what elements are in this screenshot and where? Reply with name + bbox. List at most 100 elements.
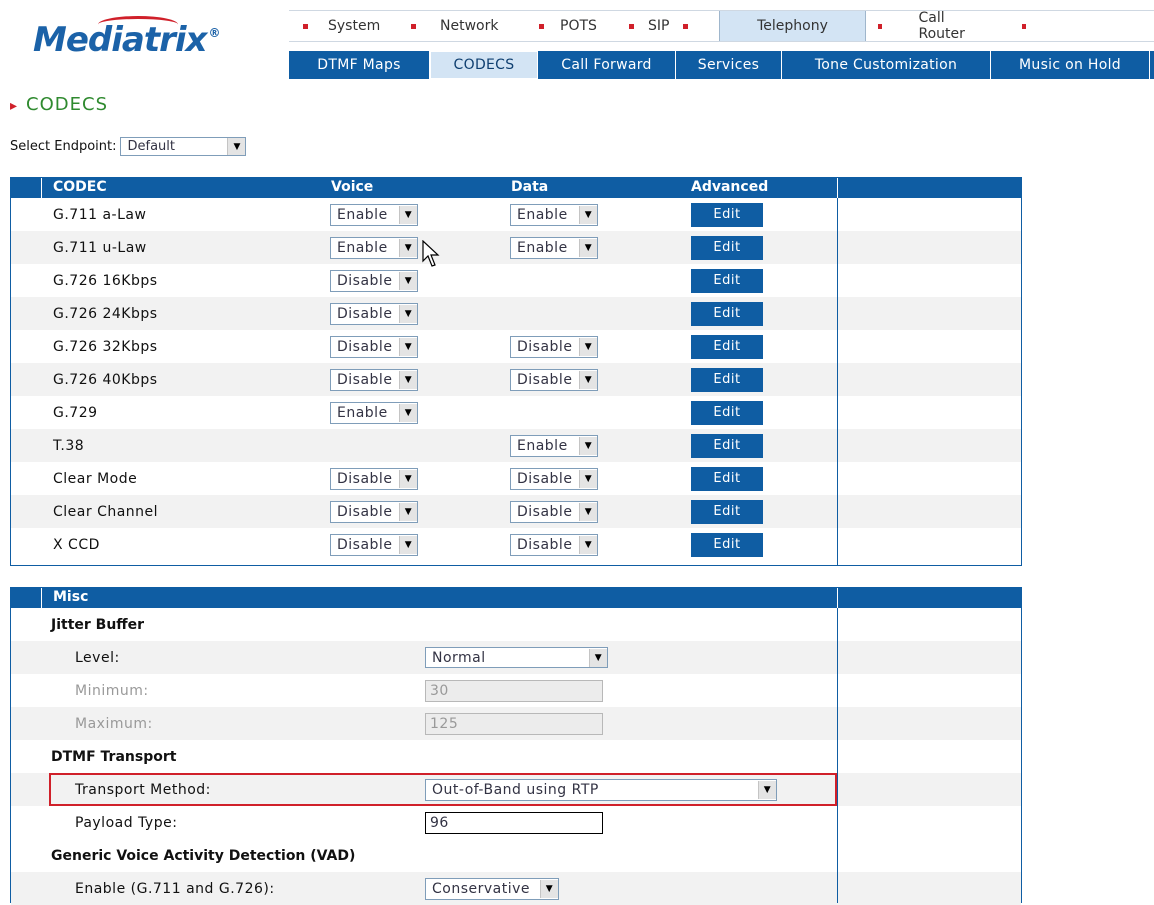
header-voice: Voice <box>331 179 374 195</box>
jitter-level-select[interactable]: Normal ▼ <box>425 647 608 668</box>
data-select[interactable]: Disable ▼ <box>510 368 598 391</box>
data-select[interactable]: Disable ▼ <box>510 467 598 490</box>
tab-label: Call Forward <box>561 57 652 73</box>
tab-codecs[interactable]: CODECS <box>430 51 538 79</box>
voice-select[interactable]: Disable ▼ <box>330 269 418 292</box>
top-nav-network[interactable]: Network <box>411 11 539 41</box>
top-nav-pots[interactable]: POTS <box>539 11 629 41</box>
tab-services[interactable]: Services <box>676 51 782 79</box>
select-value: Enable <box>517 437 568 454</box>
edit-button[interactable]: Edit <box>691 499 763 524</box>
table-row: G.711 a-Law Enable ▼ Enable ▼ Edit <box>11 198 1021 231</box>
field-label: Minimum: <box>75 682 149 699</box>
edit-button[interactable]: Edit <box>691 367 763 392</box>
voice-select[interactable]: Enable ▼ <box>330 236 418 259</box>
codec-name: G.729 <box>53 404 98 421</box>
select-value: Enable <box>337 206 388 223</box>
voice-select[interactable]: Enable ▼ <box>330 401 418 424</box>
bullet-icon <box>878 23 883 29</box>
top-nav-label: Call Router <box>918 10 965 42</box>
codec-name: G.726 32Kbps <box>53 338 158 355</box>
data-select[interactable]: Disable ▼ <box>510 500 598 523</box>
dtmf-transport-section: DTMF Transport <box>11 740 1021 773</box>
edit-button[interactable]: Edit <box>691 400 763 425</box>
jitter-buffer-section: Jitter Buffer <box>11 608 1021 641</box>
section-title: Generic Voice Activity Detection (VAD) <box>51 847 356 864</box>
dropdown-arrow-icon: ▼ <box>579 469 597 488</box>
top-nav-system[interactable]: System <box>289 11 411 41</box>
dropdown-arrow-icon: ▼ <box>579 502 597 521</box>
payload-type-row: Payload Type: 96 <box>11 806 1021 839</box>
edit-button[interactable]: Edit <box>691 202 763 227</box>
table-row: T.38 Enable ▼ Edit <box>11 429 1021 462</box>
top-nav-sip[interactable]: SIP <box>629 11 719 41</box>
edit-button[interactable]: Edit <box>691 532 763 557</box>
dropdown-arrow-icon: ▼ <box>579 337 597 356</box>
data-select[interactable]: Enable ▼ <box>510 203 598 226</box>
select-value: Disable <box>337 272 393 289</box>
jitter-level-row: Level: Normal ▼ <box>11 641 1021 674</box>
voice-select[interactable]: Enable ▼ <box>330 203 418 226</box>
tab-tone-customization[interactable]: Tone Customization <box>782 51 991 79</box>
voice-select[interactable]: Disable ▼ <box>330 302 418 325</box>
dropdown-arrow-icon: ▼ <box>579 205 597 224</box>
edit-button[interactable]: Edit <box>691 268 763 293</box>
top-nav-telephony[interactable]: Telephony <box>719 11 866 41</box>
tab-label: DTMF Maps <box>317 57 401 73</box>
vad-enable-select[interactable]: Conservative ▼ <box>425 877 559 900</box>
edit-button[interactable]: Edit <box>691 334 763 359</box>
tab-label: CODECS <box>453 57 515 73</box>
select-value: Enable <box>337 404 388 421</box>
table-row: G.726 24Kbps Disable ▼ Edit <box>11 297 1021 330</box>
field-value: 125 <box>430 715 459 732</box>
data-select[interactable]: Enable ▼ <box>510 434 598 457</box>
tab-call-forward[interactable]: Call Forward <box>538 51 676 79</box>
codec-table: CODEC Voice Data Advanced G.711 a-Law Ena… <box>10 177 1022 566</box>
data-select[interactable]: Enable ▼ <box>510 236 598 259</box>
data-select[interactable]: Disable ▼ <box>510 335 598 358</box>
data-select[interactable]: Disable ▼ <box>510 533 598 556</box>
select-value: Disable <box>517 503 573 520</box>
bullet-icon <box>539 23 544 29</box>
dropdown-arrow-icon: ▼ <box>399 370 417 389</box>
edit-button[interactable]: Edit <box>691 235 763 260</box>
tab-music-on-hold[interactable]: Music on Hold <box>991 51 1150 79</box>
tab-label: Services <box>697 57 760 73</box>
codec-name: G.726 24Kbps <box>53 305 158 322</box>
dropdown-arrow-icon: ▼ <box>399 205 417 224</box>
field-label: Payload Type: <box>75 814 178 831</box>
dropdown-arrow-icon: ▼ <box>589 648 607 667</box>
voice-select[interactable]: Disable ▼ <box>330 500 418 523</box>
header-misc: Misc <box>53 589 89 605</box>
table-row: G.726 32Kbps Disable ▼ Disable ▼ Edit <box>11 330 1021 363</box>
header-divider <box>41 588 42 608</box>
edit-button[interactable]: Edit <box>691 466 763 491</box>
voice-select[interactable]: Disable ▼ <box>330 335 418 358</box>
select-value: Normal <box>432 649 486 666</box>
select-value: Disable <box>337 305 393 322</box>
endpoint-selector: Select Endpoint: Default ▼ <box>10 137 247 156</box>
table-row: G.729 Enable ▼ Edit <box>11 396 1021 429</box>
tab-dtmf-maps[interactable]: DTMF Maps <box>289 51 430 79</box>
edit-button[interactable]: Edit <box>691 301 763 326</box>
jitter-minimum-field: 30 <box>425 679 603 702</box>
codec-name: G.711 a-Law <box>53 206 147 223</box>
endpoint-select[interactable]: Default ▼ <box>120 137 247 156</box>
table-row: G.711 u-Law Enable ▼ Enable ▼ Edit <box>11 231 1021 264</box>
header-divider <box>837 588 838 608</box>
voice-select[interactable]: Disable ▼ <box>330 467 418 490</box>
field-label: Maximum: <box>75 715 153 732</box>
sub-nav: DTMF Maps CODECS Call Forward Services T… <box>289 51 1154 79</box>
payload-type-input[interactable]: 96 <box>425 811 603 834</box>
dropdown-arrow-icon: ▼ <box>399 304 417 323</box>
select-value: Disable <box>517 536 573 553</box>
voice-select[interactable]: Disable ▼ <box>330 368 418 391</box>
dropdown-arrow-icon: ▼ <box>579 535 597 554</box>
voice-select[interactable]: Disable ▼ <box>330 533 418 556</box>
select-value: Disable <box>517 371 573 388</box>
edit-button[interactable]: Edit <box>691 433 763 458</box>
dropdown-arrow-icon: ▼ <box>399 238 417 257</box>
select-value: Enable <box>517 206 568 223</box>
dropdown-arrow-icon: ▼ <box>579 370 597 389</box>
top-nav-call-router[interactable]: Call Router <box>866 10 1036 42</box>
